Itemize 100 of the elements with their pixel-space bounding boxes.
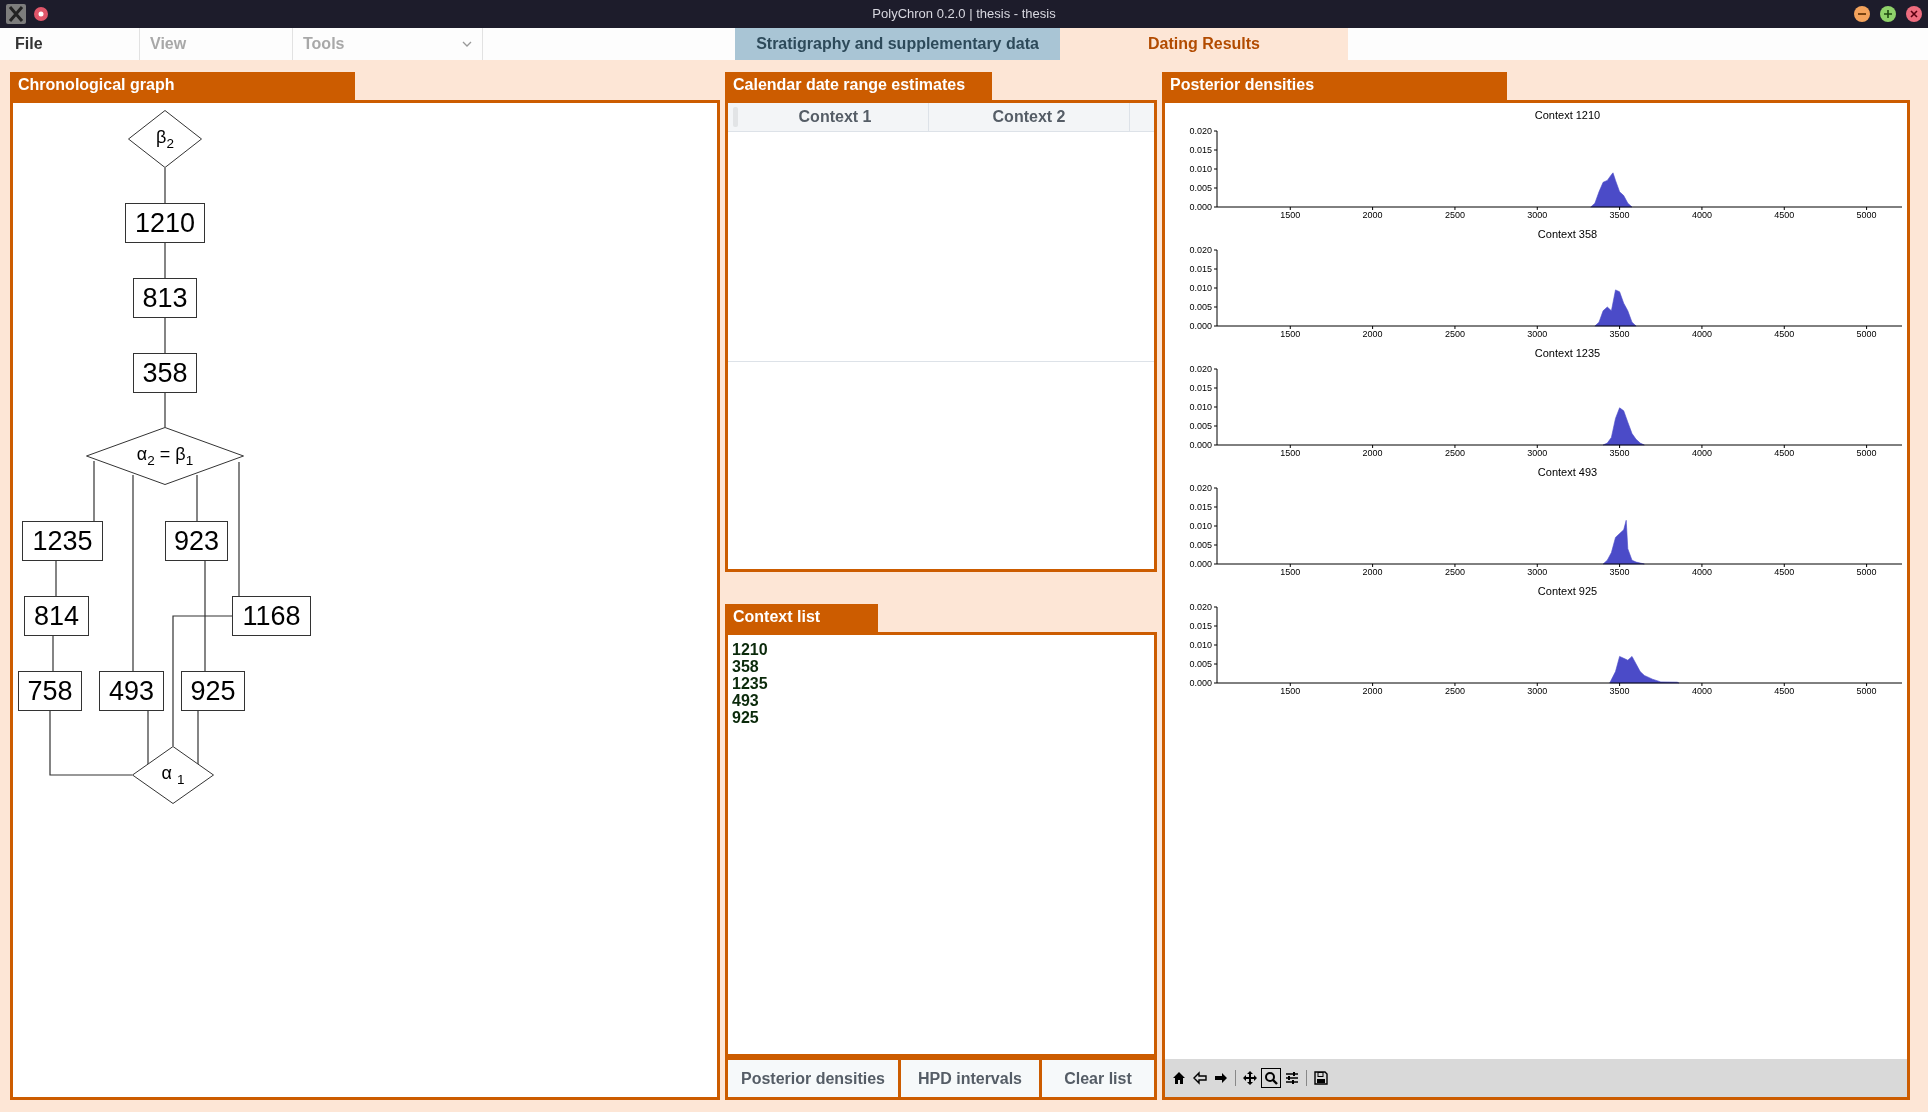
tick-label: 0.015 — [1189, 145, 1212, 155]
panel-title: Context list — [725, 604, 878, 632]
tick-label: 2000 — [1362, 329, 1383, 339]
chart-title: Context 493 — [1537, 466, 1598, 478]
context-node: 1235 — [22, 521, 103, 561]
tick-label: 3500 — [1609, 567, 1630, 577]
tick-label: 1500 — [1280, 686, 1301, 696]
edge-line — [164, 392, 166, 428]
tick-label: 3000 — [1527, 567, 1548, 577]
tick-label: 5000 — [1856, 329, 1877, 339]
panel-title: Calendar date range estimates — [725, 72, 992, 100]
tick-label: 3500 — [1609, 329, 1630, 339]
tick-label: 2000 — [1362, 686, 1383, 696]
column-header[interactable]: Context 1 — [742, 103, 929, 131]
tick-label: 0.000 — [1189, 202, 1212, 212]
tick-label: 0.005 — [1189, 540, 1212, 550]
boundary-node: α$_{2}$ = β$_{1}$ — [86, 427, 244, 485]
maximize-button[interactable] — [1880, 6, 1896, 22]
context-node: 1168 — [232, 596, 311, 636]
edge-line — [196, 474, 198, 522]
context-node: 813 — [133, 278, 197, 318]
tick-label: 2500 — [1444, 567, 1465, 577]
tick-label: 0.005 — [1189, 421, 1212, 431]
tick-label: 0.010 — [1189, 521, 1212, 531]
tick-label: 5000 — [1856, 686, 1877, 696]
tick-label: 4500 — [1774, 329, 1795, 339]
tick-label: 0.015 — [1189, 502, 1212, 512]
list-item[interactable]: 358 — [732, 658, 1150, 675]
record-icon — [34, 7, 48, 21]
tick-label: 4000 — [1691, 448, 1712, 458]
context-node: 1210 — [125, 203, 205, 243]
tick-label: 1500 — [1280, 448, 1301, 458]
tick-label: 0.010 — [1189, 640, 1212, 650]
close-button[interactable] — [1906, 6, 1922, 22]
tick-label: 5000 — [1856, 210, 1877, 220]
tick-label: 3000 — [1527, 448, 1548, 458]
tick-label: 2500 — [1444, 448, 1465, 458]
tick-label: 2500 — [1444, 686, 1465, 696]
tick-label: 5000 — [1856, 448, 1877, 458]
tick-label: 5000 — [1856, 567, 1877, 577]
tick-label: 0.010 — [1189, 283, 1212, 293]
minimize-button[interactable] — [1854, 6, 1870, 22]
tick-label: 2000 — [1362, 210, 1383, 220]
tick-label: 0.020 — [1189, 126, 1212, 136]
context-node: 814 — [24, 596, 89, 636]
zoom-icon[interactable] — [1261, 1068, 1281, 1088]
tick-label: 0.000 — [1189, 321, 1212, 331]
chart-title: Context 358 — [1537, 228, 1598, 240]
list-item[interactable]: 925 — [732, 709, 1150, 726]
density-area — [1594, 289, 1637, 327]
boundary-node: α $_{1}$ — [132, 746, 214, 804]
action-button[interactable]: Clear list — [1042, 1060, 1154, 1097]
panel-title: Chronological graph — [10, 72, 355, 100]
caret-icon — [462, 41, 472, 47]
tab[interactable]: Dating Results — [1060, 28, 1348, 60]
tick-label: 4000 — [1691, 210, 1712, 220]
tick-label: 4000 — [1691, 567, 1712, 577]
action-button[interactable]: HPD intervals — [901, 1060, 1039, 1097]
list-item[interactable]: 1235 — [732, 675, 1150, 692]
tick-label: 4000 — [1691, 686, 1712, 696]
tick-label: 0.020 — [1189, 364, 1212, 374]
panel-title: Posterior densities — [1162, 72, 1507, 100]
action-button[interactable]: Posterior densities — [728, 1060, 898, 1097]
list-item[interactable]: 493 — [732, 692, 1150, 709]
tick-label: 2000 — [1362, 567, 1383, 577]
tab[interactable]: Stratigraphy and supplementary data — [735, 28, 1060, 60]
tick-label: 0.010 — [1189, 164, 1212, 174]
tick-label: 0.000 — [1189, 559, 1212, 569]
tick-label: 0.000 — [1189, 678, 1212, 688]
density-area — [1602, 407, 1645, 446]
density-area — [1590, 172, 1633, 208]
tick-label: 0.020 — [1189, 483, 1212, 493]
tick-label: 2000 — [1362, 448, 1383, 458]
boundary-node: β$_{2}$ — [128, 110, 202, 168]
context-node: 923 — [165, 521, 228, 561]
context-node: 493 — [99, 671, 164, 711]
edge-line — [55, 560, 57, 597]
app-icon — [6, 4, 26, 24]
list-item[interactable]: 1210 — [732, 641, 1150, 658]
column-header[interactable]: Context 2 — [929, 103, 1130, 131]
tick-label: 1500 — [1280, 329, 1301, 339]
chart-title: Context 1235 — [1534, 347, 1601, 359]
edge-line — [52, 635, 54, 672]
tick-label: 0.015 — [1189, 621, 1212, 631]
tick-label: 2500 — [1444, 210, 1465, 220]
tick-label: 3000 — [1527, 329, 1548, 339]
tick-label: 3500 — [1609, 448, 1630, 458]
edge-line — [147, 710, 149, 766]
save-icon[interactable] — [1311, 1068, 1331, 1088]
tick-label: 1500 — [1280, 567, 1301, 577]
context-node: 358 — [133, 353, 197, 393]
edge-line — [164, 317, 166, 354]
tick-label: 4500 — [1774, 686, 1795, 696]
window-title: PolyChron 0.2.0 | thesis - thesis — [872, 6, 1056, 21]
context-node: 758 — [18, 671, 82, 711]
tick-label: 4500 — [1774, 210, 1795, 220]
context-node: 925 — [181, 671, 245, 711]
tick-label: 0.015 — [1189, 264, 1212, 274]
tick-label: 4500 — [1774, 567, 1795, 577]
edge-line — [164, 167, 166, 204]
